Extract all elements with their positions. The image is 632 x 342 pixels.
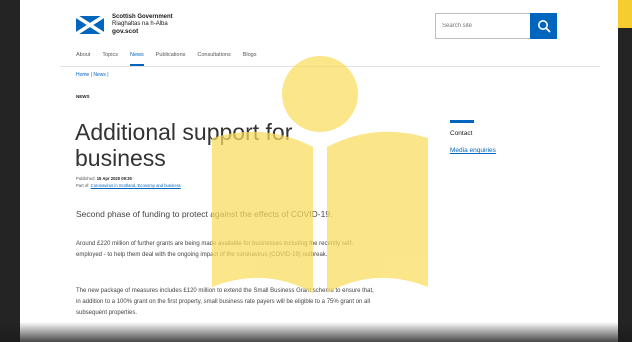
nav-item-consultations[interactable]: Consultations: [197, 48, 230, 64]
media-enquiries-link[interactable]: Media enquiries: [450, 147, 570, 154]
search-icon: [537, 20, 550, 33]
site-header: Scottish Government Riaghaltas na h-Alba…: [20, 0, 618, 46]
search-input[interactable]: [435, 13, 530, 39]
contact-sidebar: Contact Media enquiries: [450, 120, 570, 154]
topic-links[interactable]: Coronavirus in Scotland, Economy and bus…: [91, 183, 181, 188]
brand-name: Scottish Government: [112, 14, 173, 20]
search-button[interactable]: [530, 13, 557, 39]
bottom-shadow: [0, 322, 632, 342]
part-of-prefix: Part of:: [76, 183, 91, 188]
part-of-topics: Part of: Coronavirus in Scotland, Econom…: [76, 183, 181, 188]
nav-item-topics[interactable]: Topics: [102, 48, 118, 64]
page-title: Additional support for business: [75, 119, 293, 172]
nav-item-publications[interactable]: Publications: [156, 48, 186, 64]
article-paragraph: Around £220 million of further grants ar…: [76, 241, 354, 258]
article-lead: Second phase of funding to protect again…: [76, 209, 333, 219]
webpage: Scottish Government Riaghaltas na h-Alba…: [20, 0, 618, 342]
brand-gaelic: Riaghaltas na h-Alba: [112, 21, 168, 27]
sidebar-accent-bar: [450, 120, 474, 123]
article-paragraph: The new package of measures includes £12…: [76, 288, 374, 316]
published-date-value: 15 Apr 2020 09:30: [96, 176, 132, 181]
contact-heading: Contact: [450, 130, 473, 137]
published-prefix: Published:: [76, 176, 97, 181]
nav-item-about[interactable]: About: [76, 48, 90, 64]
breadcrumb[interactable]: Home | News |: [76, 72, 109, 78]
saltire-flag-icon[interactable]: [76, 16, 104, 34]
article-type-label: NEWS: [76, 94, 90, 99]
main-navigation: About Topics News Publications Consultat…: [76, 48, 257, 66]
nav-item-news[interactable]: News: [129, 48, 144, 66]
brand-logo-text[interactable]: Scottish Government Riaghaltas na h-Alba…: [112, 14, 173, 35]
published-date: Published: 15 Apr 2020 09:30: [76, 176, 132, 181]
header-divider: [60, 66, 600, 67]
brand-domain: gov.scot: [112, 28, 139, 35]
nav-item-blogs[interactable]: Blogs: [243, 48, 257, 64]
